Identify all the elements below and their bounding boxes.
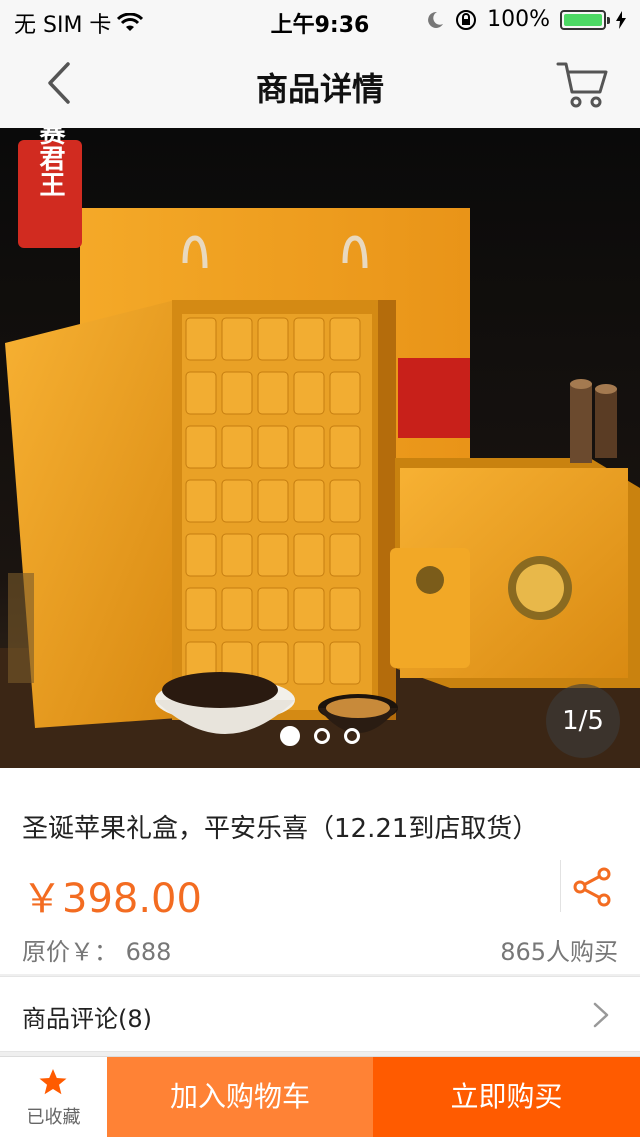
share-divider	[560, 860, 561, 912]
product-title: 圣诞苹果礼盒，平安乐喜（12.21到店取货）	[22, 814, 539, 844]
product-photo: 赛君王	[0, 128, 640, 768]
product-info: 圣诞苹果礼盒，平安乐喜（12.21到店取货） ￥398.00 原价￥： 688 …	[0, 768, 640, 974]
battery-percent: 100%	[487, 7, 550, 32]
brand-logo: 赛君王	[18, 128, 82, 248]
star-icon	[39, 1069, 67, 1095]
pager-dot[interactable]	[344, 728, 360, 744]
buy-now-button[interactable]: 立即购买	[373, 1057, 640, 1137]
status-right: 100%	[425, 7, 626, 32]
image-counter: 1/5	[546, 684, 620, 758]
battery-fill	[564, 13, 602, 26]
svg-text:赛君王: 赛君王	[35, 128, 66, 197]
share-icon[interactable]	[572, 866, 614, 908]
chevron-right-icon	[593, 1002, 609, 1028]
bottom-action-bar: 已收藏 加入购物车 立即购买	[0, 1056, 640, 1137]
rotation-lock-icon	[456, 9, 477, 30]
cart-icon[interactable]	[554, 56, 610, 112]
original-price: 原价￥： 688	[22, 938, 172, 966]
status-bar: 无 SIM 卡 上午9:36 100%	[0, 0, 640, 40]
reviews-label: 商品评论(8)	[22, 1005, 152, 1033]
pager-dot[interactable]	[314, 728, 330, 744]
moon-icon	[428, 11, 444, 28]
favorite-button[interactable]: 已收藏	[0, 1057, 107, 1137]
product-price: ￥398.00	[22, 876, 202, 922]
add-to-cart-button[interactable]: 加入购物车	[107, 1057, 373, 1137]
charging-bolt-icon	[616, 10, 626, 29]
nav-bar: 商品详情	[0, 40, 640, 129]
pager-dots	[0, 726, 640, 746]
battery-icon	[560, 9, 610, 30]
pager-dot-active[interactable]	[280, 726, 300, 746]
tea-packets	[185, 317, 361, 685]
product-image-carousel[interactable]: 赛君王 1/5	[0, 128, 640, 768]
reviews-row[interactable]: 商品评论(8)	[0, 976, 640, 1052]
favorite-label: 已收藏	[26, 1107, 81, 1128]
page-title: 商品详情	[255, 70, 384, 108]
buyer-count: 865人购买	[500, 938, 618, 966]
